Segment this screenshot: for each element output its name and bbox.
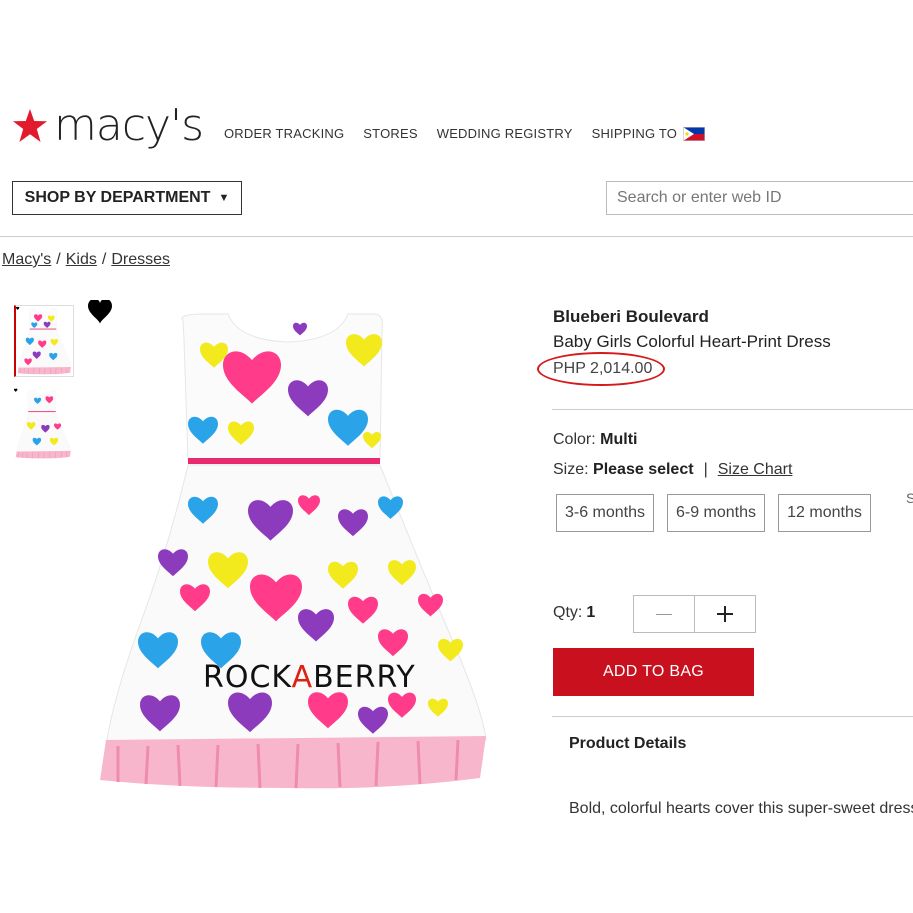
color-label: Color: xyxy=(553,431,596,448)
size-label: Size: xyxy=(553,461,589,478)
details-divider xyxy=(552,716,913,717)
caret-down-icon: ▼ xyxy=(218,192,230,204)
quantity-stepper xyxy=(633,595,756,633)
size-selector: Size: Please select | Size Chart xyxy=(553,461,793,478)
size-option-truncated[interactable]: S xyxy=(906,490,913,506)
breadcrumb: Macy's / Kids / Dresses xyxy=(2,251,170,268)
product-description: Bold, colorful hearts cover this super-s… xyxy=(569,800,913,817)
nav-shipping-to[interactable]: SHIPPING TO xyxy=(592,126,706,142)
price-highlight-circle xyxy=(537,352,665,386)
nav-wedding-registry[interactable]: WEDDING REGISTRY xyxy=(437,126,573,142)
color-value: Multi xyxy=(600,431,638,448)
size-chart-link[interactable]: Size Chart xyxy=(718,461,793,478)
top-nav: ORDER TRACKING STORES WEDDING REGISTRY S… xyxy=(224,126,706,142)
macys-logo[interactable]: macy's xyxy=(12,100,204,151)
product-brand[interactable]: Blueberi Boulevard xyxy=(553,307,709,327)
minus-icon xyxy=(656,613,672,615)
breadcrumb-macys[interactable]: Macy's xyxy=(2,251,51,268)
header-divider xyxy=(0,236,913,237)
search-input[interactable] xyxy=(606,181,913,215)
nav-order-tracking[interactable]: ORDER TRACKING xyxy=(224,126,344,142)
breadcrumb-dresses[interactable]: Dresses xyxy=(111,251,170,268)
color-selector: Color: Multi xyxy=(553,431,637,449)
qty-label-text: Qty: xyxy=(553,604,583,621)
watermark-text: ROCKABERRY xyxy=(203,660,416,695)
product-main-image[interactable] xyxy=(88,300,508,795)
logo-text: macy's xyxy=(54,100,204,151)
nav-stores[interactable]: STORES xyxy=(363,126,417,142)
size-value: Please select xyxy=(593,461,694,478)
plus-icon xyxy=(717,606,733,622)
increase-quantity-button[interactable] xyxy=(694,596,755,632)
add-to-bag-button[interactable]: ADD TO BAG xyxy=(553,648,754,696)
size-option-3-6-months[interactable]: 3-6 months xyxy=(556,494,654,532)
dress-thumbnail-back-image xyxy=(14,388,74,460)
department-label: SHOP BY DEPARTMENT xyxy=(24,189,211,206)
thumbnail-back[interactable] xyxy=(14,388,74,460)
qty-value: 1 xyxy=(586,604,596,621)
decrease-quantity-button[interactable] xyxy=(634,596,694,632)
size-option-12-months[interactable]: 12 months xyxy=(778,494,871,532)
star-icon xyxy=(13,109,47,142)
thumbnail-front[interactable] xyxy=(14,305,74,377)
philippines-flag-icon xyxy=(683,126,706,141)
quantity-label: Qty: 1 xyxy=(553,604,595,622)
shop-by-department-button[interactable]: SHOP BY DEPARTMENT ▼ xyxy=(12,181,242,215)
dress-thumbnail-image xyxy=(16,306,74,376)
product-name: Baby Girls Colorful Heart-Print Dress xyxy=(553,332,831,351)
nav-shipping-label: SHIPPING TO xyxy=(591,126,678,141)
breadcrumb-kids[interactable]: Kids xyxy=(66,251,97,268)
product-details-heading[interactable]: Product Details xyxy=(569,735,686,753)
dress-image xyxy=(88,300,508,795)
info-divider xyxy=(552,409,913,410)
size-option-6-9-months[interactable]: 6-9 months xyxy=(667,494,765,532)
